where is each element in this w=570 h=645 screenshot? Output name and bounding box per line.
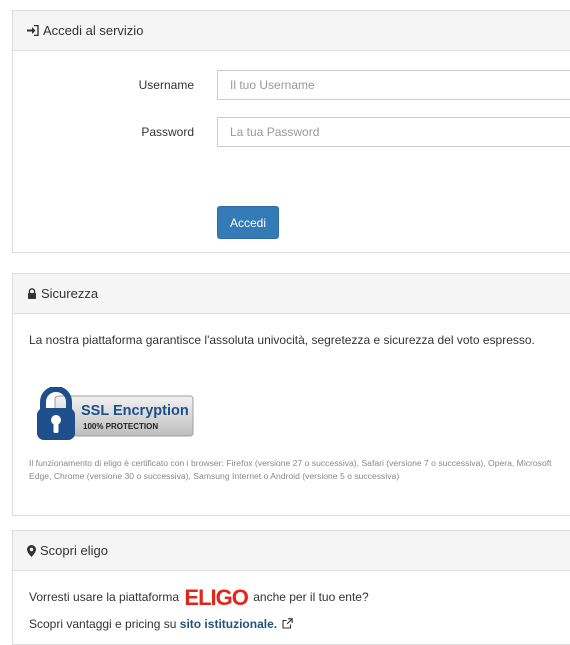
login-panel-heading: Accedi al servizio (13, 11, 570, 51)
discover-panel: Scopri eligo Vorresti usare la piattafor… (12, 530, 570, 645)
security-panel: Sicurezza La nostra piattaforma garantis… (12, 273, 570, 516)
institutional-site-link[interactable]: sito istituzionale. (180, 617, 277, 631)
discover-panel-heading: Scopri eligo (13, 531, 570, 571)
browser-compatibility-note: Il funzionamento di eligo è certificato … (29, 458, 552, 481)
discover-line-2: Scopri vantaggi e pricing su sito istitu… (29, 614, 554, 635)
ssl-badge-title: SSL Encryption (81, 403, 189, 419)
security-panel-title: Sicurezza (41, 286, 99, 301)
login-panel: Accedi al servizio Username Password Acc… (12, 10, 570, 253)
password-row: Password (13, 117, 570, 147)
security-description: La nostra piattaforma garantisce l'assol… (29, 333, 535, 347)
discover-line-1-start: Vorresti usare la piattaforma (29, 590, 180, 604)
discover-panel-title: Scopri eligo (40, 543, 108, 558)
username-input[interactable] (217, 70, 570, 100)
username-row: Username (13, 70, 570, 100)
lock-icon (27, 288, 37, 299)
security-panel-heading: Sicurezza (13, 274, 570, 314)
map-marker-icon (27, 544, 36, 557)
ssl-encryption-badge: SSL Encryption 100% PROTECTION (35, 386, 195, 443)
ssl-badge-subtitle: 100% PROTECTION (83, 422, 158, 431)
username-label: Username (138, 78, 194, 92)
discover-line-1: Vorresti usare la piattaforma ELIGO anch… (29, 585, 554, 610)
login-button[interactable]: Accedi (217, 206, 279, 239)
password-label: Password (141, 125, 194, 139)
discover-line-2-start: Scopri vantaggi e pricing su (29, 617, 177, 631)
login-panel-title: Accedi al servizio (43, 23, 144, 38)
discover-line-1-end: anche per il tuo ente? (253, 590, 369, 604)
sign-in-icon (27, 25, 39, 36)
external-link-icon[interactable] (282, 615, 294, 635)
eligo-logo: ELIGO (184, 585, 248, 610)
password-input[interactable] (217, 117, 570, 147)
